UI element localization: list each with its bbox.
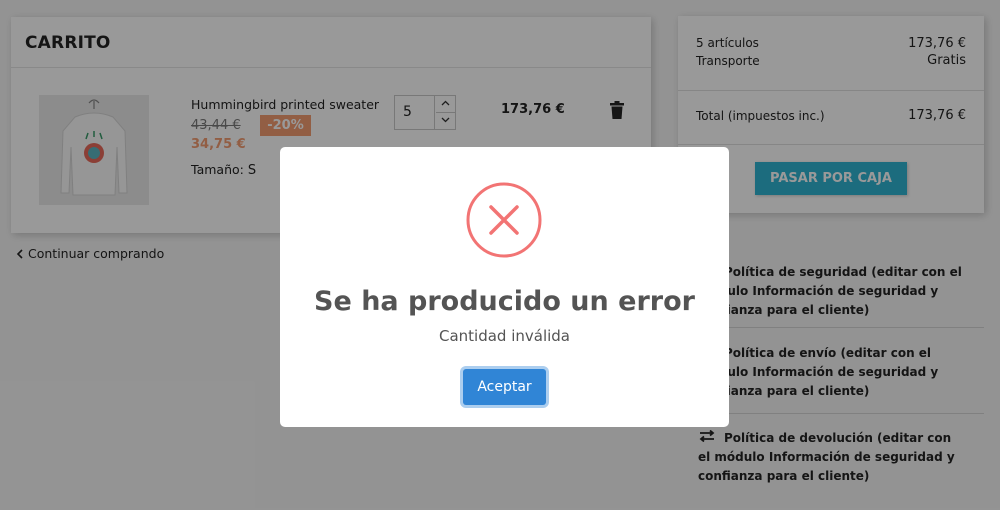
dialog-message: Cantidad inválida: [438, 327, 570, 345]
accept-button[interactable]: Aceptar: [463, 369, 546, 405]
error-dialog: Se ha producido un error Cantidad inváli…: [280, 147, 729, 427]
dialog-title: Se ha producido un error: [314, 286, 695, 317]
error-x-icon: [465, 181, 543, 259]
